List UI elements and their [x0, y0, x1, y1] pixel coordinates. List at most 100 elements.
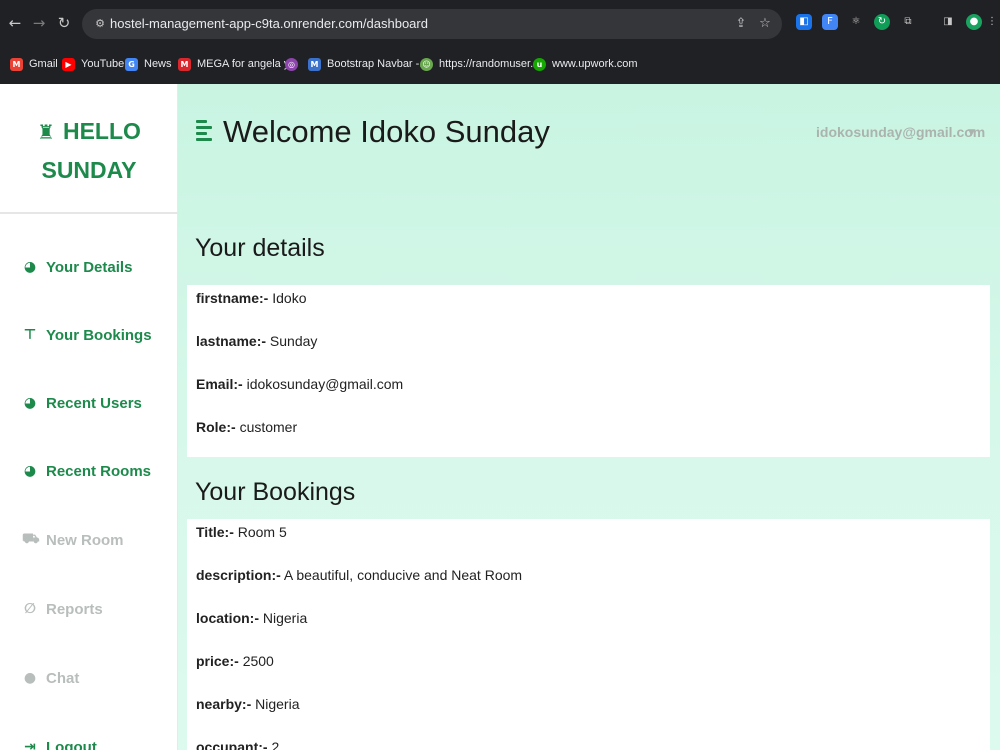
gmail-icon: M [10, 57, 23, 71]
brand-text-line1: HELLO [62, 118, 141, 144]
booking-row-description: description:- A beautiful, conducive and… [196, 567, 522, 583]
bookings-card: Title:- Room 5 description:- A beautiful… [187, 519, 990, 750]
booking-row-title: Title:- Room 5 [196, 524, 287, 540]
sidebar-item-reports[interactable]: ∅ Reports [22, 596, 103, 622]
field-key: description:- [196, 567, 281, 583]
bookings-section-title: Your Bookings [195, 478, 356, 506]
field-value: 2 [271, 739, 280, 750]
bookmark-label: https://randomuser... [439, 58, 540, 70]
extension-icon[interactable]: ↻ [874, 14, 890, 30]
brand: ♜ HELLO SUNDAY [0, 84, 178, 214]
dashboard-icon: ◕ [23, 395, 37, 411]
bookmark-label: Gmail [29, 58, 58, 70]
bookmark-star-icon[interactable]: ☆ [756, 15, 774, 33]
back-icon[interactable]: ← [4, 12, 26, 34]
details-section-title: Your details [195, 234, 325, 262]
logout-icon: ⇥ [24, 739, 36, 750]
booking-row-nearby: nearby:- Nigeria [196, 696, 299, 712]
field-value: Nigeria [255, 696, 300, 712]
browser-chrome: ← → ↻ ⚙ hostel-management-app-c9ta.onren… [0, 0, 1000, 84]
details-card: firstname:- Idoko lastname:- Sunday Emai… [187, 285, 990, 457]
puzzle-icon[interactable]: ⧉ [900, 14, 916, 30]
booking-row-location: location:- Nigeria [196, 610, 307, 626]
podcast-icon: ◎ [285, 57, 298, 71]
extension-icon[interactable]: F [822, 14, 838, 30]
bookmark-label: News [144, 58, 172, 70]
bookmark-label: www.upwork.com [552, 58, 638, 70]
youtube-icon: ▶ [62, 57, 75, 71]
sidebar-item-your-details[interactable]: ◕ Your Details [22, 254, 133, 280]
booking-row-price: price:- 2500 [196, 653, 274, 669]
upwork-icon: u [533, 57, 546, 71]
field-value: Sunday [269, 333, 318, 349]
field-key: firstname:- [196, 290, 269, 306]
news-icon: G [125, 57, 138, 71]
brand-text-line2: SUNDAY [41, 157, 137, 183]
page-title: Welcome Idoko Sunday [223, 114, 550, 149]
url-text[interactable]: hostel-management-app-c9ta.onrender.com/… [110, 16, 428, 32]
bookmark-podcast[interactable]: ◎ [285, 56, 298, 72]
bookmark-youtube[interactable]: ▶ YouTube [62, 56, 124, 72]
sidebar-item-logout[interactable]: ⇥ Logout [22, 734, 97, 750]
bookmark-bootstrap-navbar[interactable]: M Bootstrap Navbar -... [308, 56, 429, 72]
share-icon[interactable]: ⇪ [732, 15, 750, 33]
brand-title-line1: ♜ HELLO [0, 117, 178, 146]
detail-row-lastname: lastname:- Sunday [196, 333, 317, 349]
field-key: Email:- [196, 376, 243, 392]
profile-icon[interactable]: ● [966, 14, 982, 30]
field-key: location:- [196, 610, 259, 626]
mega-icon: M [178, 57, 191, 71]
detail-row-email: Email:- idokosunday@gmail.com [196, 376, 403, 392]
field-value: Nigeria [262, 610, 308, 626]
booking-row-occupant: occupant:- 2 [196, 739, 279, 750]
dashboard-icon: ◕ [23, 259, 37, 275]
bookmark-label: MEGA for angela yu [197, 58, 296, 70]
sidebar-item-chat[interactable]: ● Chat [22, 665, 79, 691]
menu-dots-icon[interactable]: ⋮ [986, 14, 998, 30]
browser-toolbar: ← → ↻ ⚙ hostel-management-app-c9ta.onren… [0, 0, 1000, 48]
field-key: price:- [196, 653, 239, 669]
bookmark-gmail[interactable]: M Gmail [10, 56, 58, 72]
sidebar-item-label: New Room [46, 531, 124, 549]
dashboard-icon: ◕ [23, 463, 37, 479]
hotel-icon: ♜ [37, 120, 55, 144]
field-value: A beautiful, conducive and Neat Room [283, 567, 523, 583]
chevron-down-icon[interactable]: ▼ [968, 128, 975, 138]
react-devtools-icon[interactable]: ⚛ [848, 14, 864, 30]
forward-icon[interactable]: → [28, 12, 50, 34]
paperclip-icon: ∅ [24, 601, 36, 617]
bookmark-upwork[interactable]: u www.upwork.com [533, 56, 638, 72]
cart-icon: ⛟ [22, 531, 40, 547]
field-value: Room 5 [237, 524, 287, 540]
site-info-icon[interactable]: ⚙ [92, 16, 108, 32]
side-panel-icon[interactable]: ◨ [940, 14, 956, 30]
menu-toggle-icon[interactable] [196, 120, 212, 142]
bookmark-news[interactable]: G News [125, 56, 172, 72]
sidebar: ♜ HELLO SUNDAY ◕ Your Details ⊤ Your Book… [0, 84, 178, 750]
sidebar-item-recent-rooms[interactable]: ◕ Recent Rooms [22, 458, 151, 484]
randomuser-icon: ☺ [420, 57, 433, 71]
sidebar-item-label: Logout [46, 738, 97, 750]
address-bar[interactable]: ⚙ hostel-management-app-c9ta.onrender.co… [82, 9, 782, 39]
field-key: lastname:- [196, 333, 267, 349]
bookmark-mega[interactable]: M MEGA for angela yu [178, 56, 295, 72]
sidebar-item-label: Your Details [46, 258, 133, 276]
sidebar-item-label: Recent Users [46, 394, 142, 412]
chat-icon: ● [23, 670, 37, 686]
field-key: Title:- [196, 524, 234, 540]
sidebar-item-recent-users[interactable]: ◕ Recent Users [22, 390, 142, 416]
sidebar-item-new-room[interactable]: ⛟ New Room [22, 527, 124, 553]
bookmark-label: YouTube [81, 58, 125, 70]
reload-icon[interactable]: ↻ [53, 12, 75, 34]
field-key: occupant:- [196, 739, 268, 750]
sidebar-item-label: Reports [46, 600, 103, 618]
field-key: Role:- [196, 419, 236, 435]
extension-icon[interactable]: ◧ [796, 14, 812, 30]
bookmark-randomuser[interactable]: ☺ https://randomuser... [420, 56, 539, 72]
detail-row-firstname: firstname:- Idoko [196, 290, 307, 306]
mdb-icon: M [308, 57, 321, 71]
field-value: customer [239, 419, 298, 435]
bookmark-label: Bootstrap Navbar -... [327, 58, 429, 70]
user-menu-email[interactable]: idokosunday@gmail.com [816, 124, 985, 140]
sidebar-item-your-bookings[interactable]: ⊤ Your Bookings [22, 322, 152, 348]
